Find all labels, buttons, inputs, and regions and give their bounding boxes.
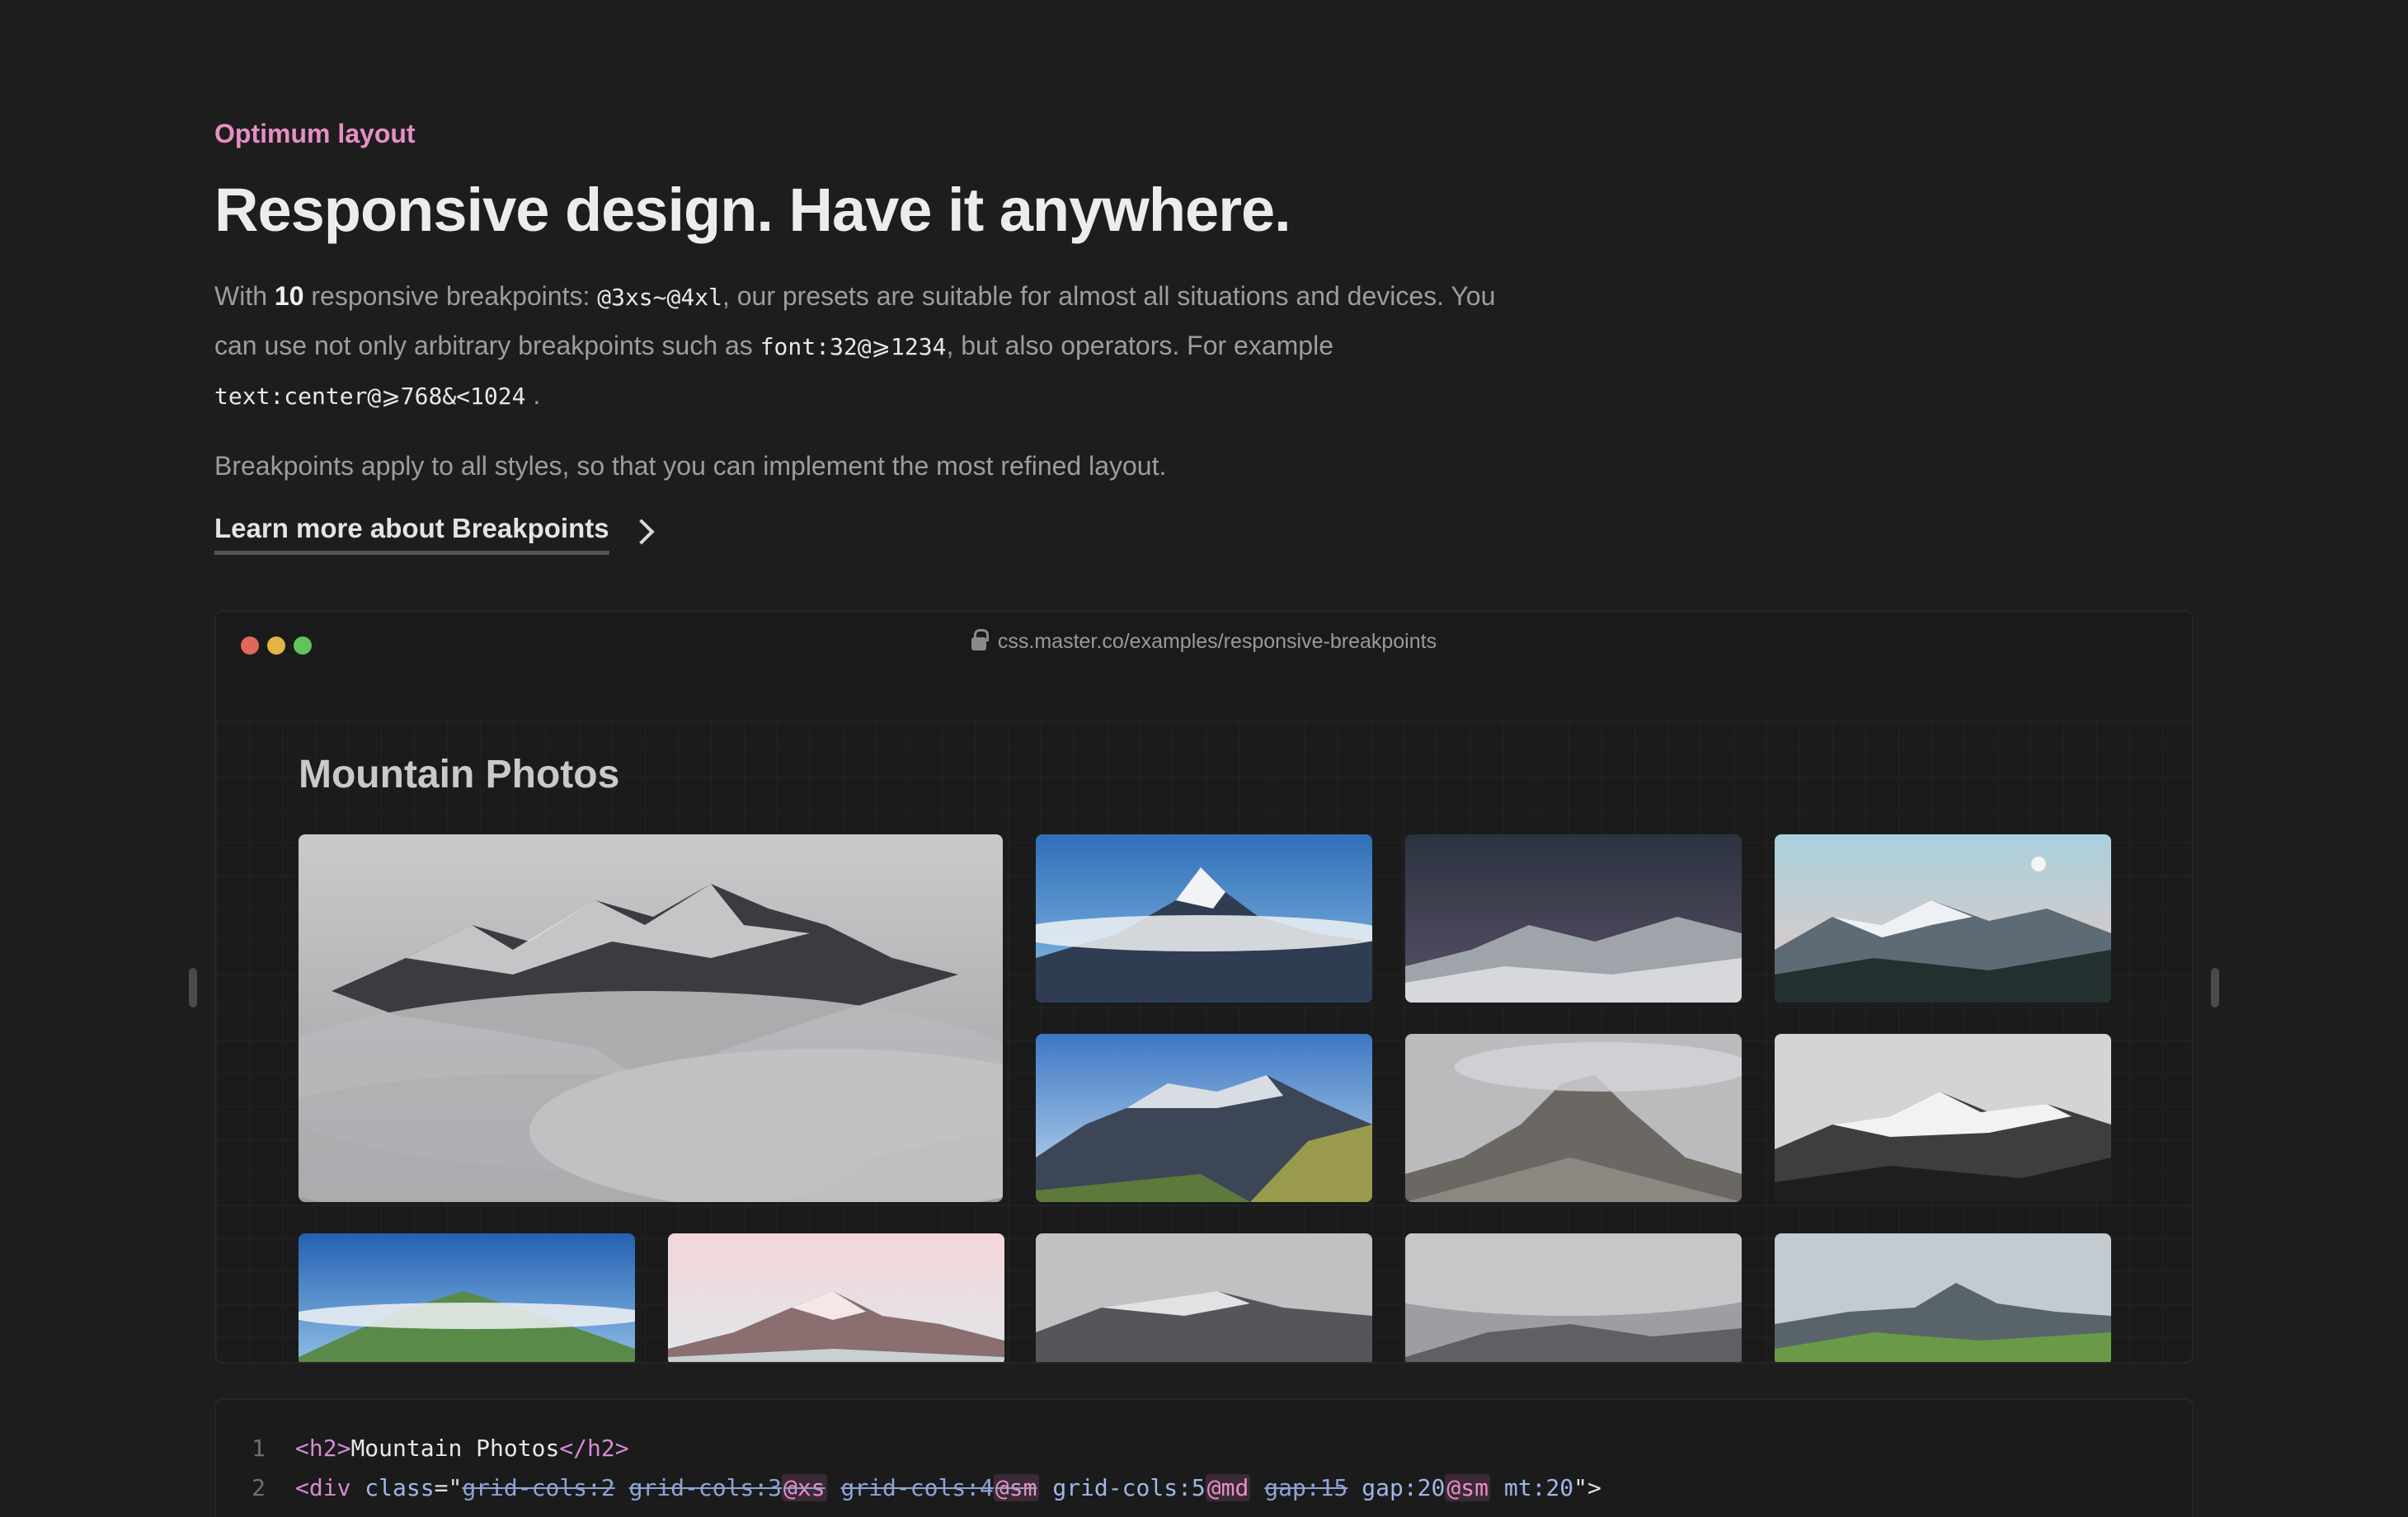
photo-image: [1775, 834, 2111, 1003]
code-breakpoint: @xs: [782, 1473, 827, 1501]
code-class-part: grid-cols:5: [1052, 1473, 1206, 1501]
arbitrary-breakpoint-code: font:32@⩾1234: [760, 333, 947, 360]
code-class-struck: grid-cols:3@xs: [628, 1473, 827, 1501]
photo-blue-sky-peak[interactable]: [1036, 834, 1372, 1003]
code-tag: <h2>: [295, 1434, 351, 1462]
photo-green-valley[interactable]: [1775, 1233, 2111, 1362]
photo-sunset-alps[interactable]: [1775, 834, 2111, 1003]
desc-text: responsive breakpoints:: [303, 281, 598, 311]
code-breakpoint: @md: [1205, 1473, 1251, 1501]
photo-bw-snowy-range[interactable]: [1775, 1034, 2111, 1202]
code-tag: </h2>: [559, 1434, 629, 1462]
code-tag: <div: [295, 1473, 365, 1501]
photo-foggy-mountain[interactable]: [1405, 1233, 1742, 1362]
photo-green-volcano[interactable]: [299, 1233, 635, 1362]
line-number: 2: [252, 1473, 266, 1501]
code-class-struck: grid-cols:4@sm: [840, 1473, 1039, 1501]
photo-misty-mountain[interactable]: [299, 834, 1003, 1202]
code-class-part: grid-cols:4: [840, 1473, 994, 1501]
photo-image: [1036, 1233, 1372, 1362]
address-bar[interactable]: css.master.co/examples/responsive-breakp…: [216, 628, 2192, 654]
operator-example-code: text:center@⩾768&<1024: [214, 383, 526, 410]
code-line: 2 <div class =" grid-cols:2 grid-cols:3@xs …: [216, 1468, 1601, 1507]
section-headline: Responsive design. Have it anywhere.: [214, 176, 1291, 244]
photo-image: [1405, 1034, 1742, 1202]
browser-preview-window: css.master.co/examples/responsive-breakp…: [214, 610, 2194, 1364]
section-description-2: Breakpoints apply to all styles, so that…: [214, 451, 1167, 481]
code-class: mt:20: [1503, 1473, 1574, 1501]
breakpoint-count: 10: [274, 281, 304, 311]
code-line: 1 <h2> Mountain Photos </h2>: [216, 1428, 629, 1468]
photo-dolomites[interactable]: [1036, 1034, 1372, 1202]
code-class: grid-cols:5@md: [1052, 1473, 1251, 1501]
code-class-struck: gap:15: [1264, 1473, 1348, 1501]
photo-image: [1405, 834, 1742, 1003]
photo-image: [668, 1233, 1004, 1362]
photo-image: [299, 834, 1003, 1202]
address-url: css.master.co/examples/responsive-breakp…: [997, 630, 1437, 653]
photo-cloudy-ridge[interactable]: [1036, 1233, 1372, 1362]
photo-image: [1775, 1034, 2111, 1202]
section-eyebrow: Optimum layout: [214, 119, 416, 148]
gallery-title: Mountain Photos: [299, 753, 620, 796]
learn-more-label: Learn more about Breakpoints: [214, 513, 609, 555]
code-class-part: grid-cols:3: [628, 1473, 783, 1501]
browser-titlebar: css.master.co/examples/responsive-breakp…: [216, 612, 2192, 722]
photo-image: [1036, 1034, 1372, 1202]
photo-pink-mountain[interactable]: [668, 1233, 1004, 1362]
code-class-part: gap:20: [1362, 1473, 1446, 1501]
lock-icon: [971, 628, 989, 650]
code-breakpoint: @sm: [993, 1473, 1039, 1501]
breakpoint-range-code: @3xs~@4xl: [597, 284, 722, 311]
photo-starry-night-mountain[interactable]: [1405, 834, 1742, 1003]
code-text: Mountain Photos: [350, 1434, 560, 1462]
photo-image: [1036, 834, 1372, 1003]
learn-more-link[interactable]: Learn more about Breakpoints: [214, 513, 655, 555]
desc-text: .: [525, 380, 541, 410]
code-breakpoint: @sm: [1445, 1473, 1490, 1501]
desc-text: , but also operators. For example: [946, 331, 1333, 360]
section-description: With 10 responsive breakpoints: @3xs~@4x…: [214, 272, 1501, 420]
desc-text: With: [214, 281, 275, 311]
code-class: gap:20@sm: [1362, 1473, 1490, 1501]
photo-image: [1405, 1233, 1742, 1362]
code-class-struck: grid-cols:2: [462, 1473, 615, 1501]
photo-image: [1775, 1233, 2111, 1362]
code-punct: ">: [1573, 1473, 1601, 1501]
photo-grey-rock-peak[interactable]: [1405, 1034, 1742, 1202]
resize-handle-left[interactable]: [189, 968, 197, 1007]
resize-handle-right[interactable]: [2211, 968, 2219, 1007]
chevron-right-icon: [628, 518, 655, 545]
code-attr: class: [364, 1473, 435, 1501]
code-punct: =": [434, 1473, 463, 1501]
code-block: 1 <h2> Mountain Photos </h2> 2 <div class =" g…: [214, 1398, 2194, 1517]
photo-image: [299, 1233, 635, 1362]
line-number: 1: [252, 1434, 266, 1462]
